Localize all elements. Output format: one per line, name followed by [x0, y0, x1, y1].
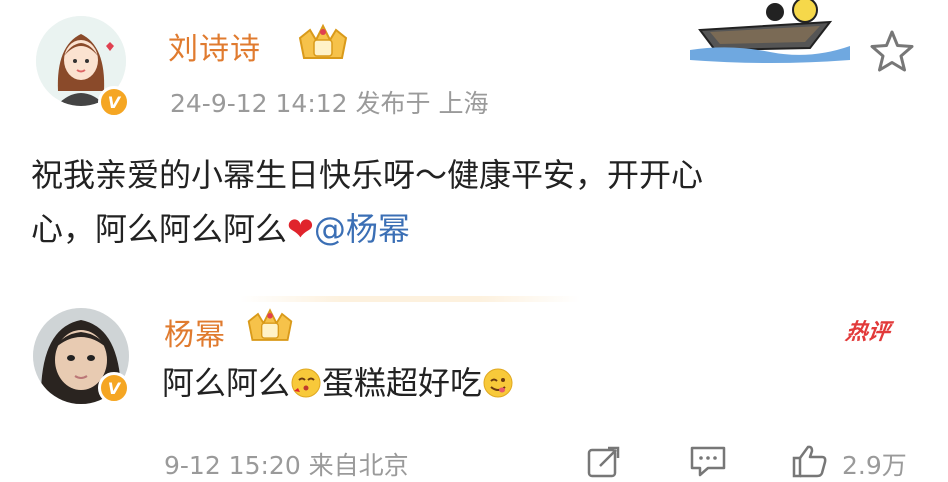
verified-v-icon: V — [98, 86, 130, 118]
star-icon[interactable] — [868, 28, 916, 76]
comment-icon[interactable] — [688, 444, 728, 478]
yummy-emoji-icon — [483, 368, 513, 398]
post-content-line-2: 心，阿么阿么阿么❤@杨幂 — [31, 202, 410, 256]
reply-divider — [240, 296, 580, 302]
post-content-line-1: 祝我亲爱的小幂生日快乐呀～健康平安，开开心 — [31, 156, 704, 194]
reply-time: 9-12 15:20 来自北京 — [164, 451, 409, 480]
post-content-text: 心，阿么阿么阿么 — [31, 210, 288, 248]
post-meta: 24-9-12 14:12 发布于 上海 — [170, 89, 489, 118]
reply-content: 阿么阿么 蛋糕超好吃 — [162, 358, 514, 404]
like-icon[interactable] — [790, 444, 830, 478]
reply-text-part-2: 蛋糕超好吃 — [322, 364, 483, 402]
post-author-name[interactable]: 刘诗诗 — [168, 24, 261, 68]
boat-illustration — [690, 0, 850, 63]
verified-v-icon: V — [98, 372, 130, 404]
hot-comment-badge: 热评 — [843, 320, 892, 345]
heart-icon: ❤ — [287, 210, 314, 248]
crown-badge-icon[interactable] — [296, 22, 350, 64]
kiss-emoji-icon — [291, 368, 321, 398]
like-count: 2.9万 — [842, 451, 907, 480]
reply-text-part-1: 阿么阿么 — [162, 364, 291, 402]
crown-badge-icon[interactable] — [245, 306, 295, 346]
reply-author-name[interactable]: 杨幂 — [164, 310, 226, 354]
share-icon[interactable] — [586, 444, 622, 478]
mention-link[interactable]: @杨幂 — [314, 210, 410, 248]
